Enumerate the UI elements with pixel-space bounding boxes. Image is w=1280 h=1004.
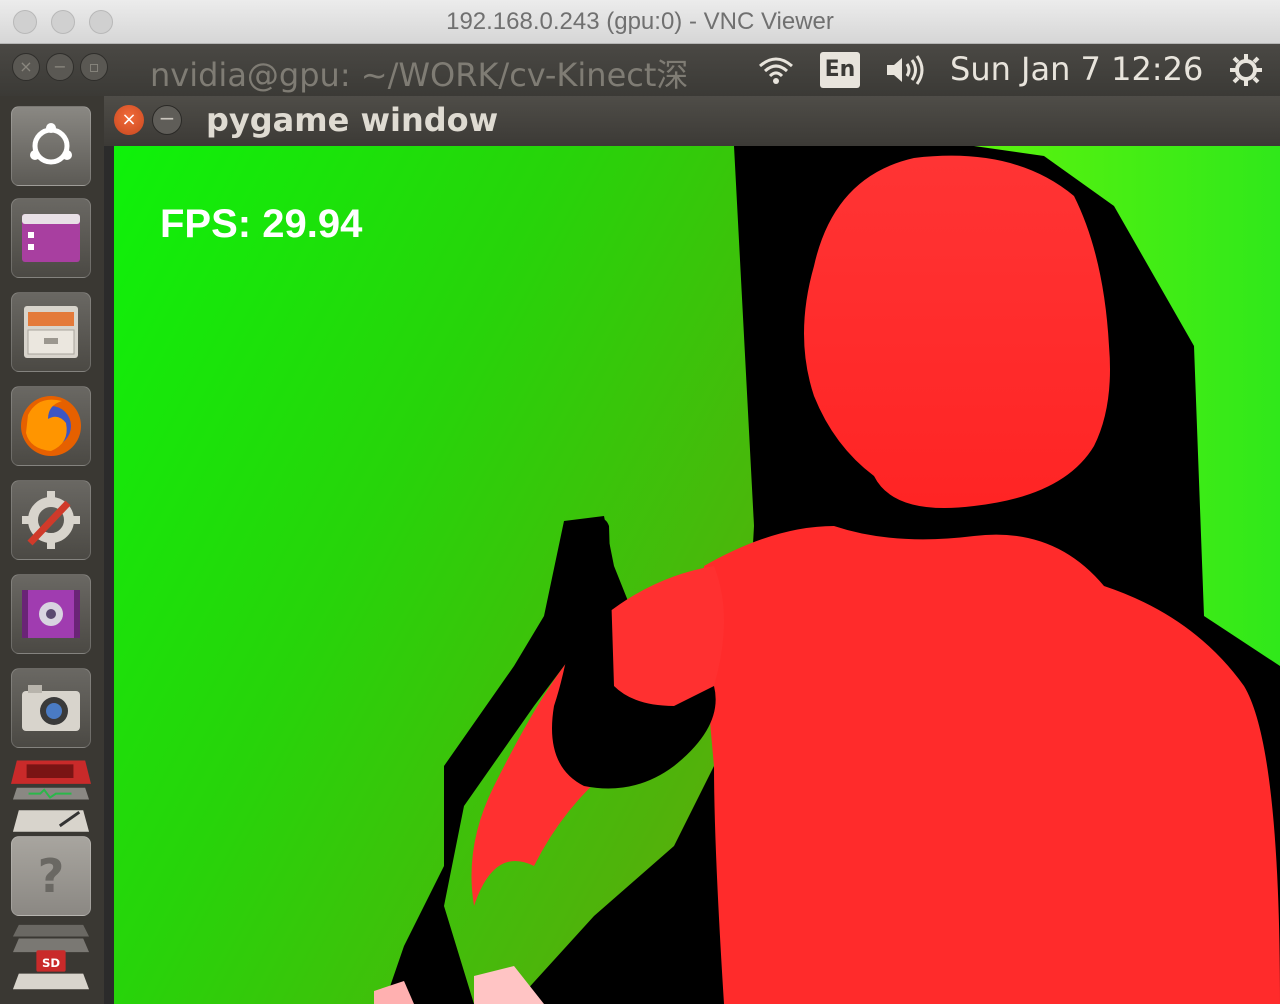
panel-close-button[interactable]: × xyxy=(12,53,40,81)
pygame-window-title: pygame window xyxy=(206,101,499,139)
text-editor-stack-icon[interactable] xyxy=(11,806,91,836)
pygame-minimize-button[interactable]: − xyxy=(152,105,182,135)
question-mark-icon: ? xyxy=(37,849,65,903)
firefox-icon[interactable] xyxy=(11,386,91,466)
ubuntu-dash-icon[interactable] xyxy=(11,106,91,186)
panel-clock[interactable]: Sun Jan 7 12:26 xyxy=(950,50,1203,88)
svg-text:SD: SD xyxy=(42,956,60,970)
panel-maximize-button[interactable]: ▫ xyxy=(80,53,108,81)
keyboard-layout-indicator[interactable]: En xyxy=(820,52,860,88)
depth-map-image xyxy=(374,146,1280,1004)
depth-camera-view: FPS: 29.94 xyxy=(114,146,1280,1004)
software-center-icon[interactable] xyxy=(11,198,91,278)
video-player-icon[interactable] xyxy=(11,574,91,654)
system-gear-icon[interactable] xyxy=(1228,52,1264,88)
system-settings-icon[interactable] xyxy=(11,480,91,560)
sd-card-stack-icon[interactable]: SD xyxy=(11,922,91,994)
system-monitor-stack-icon[interactable] xyxy=(11,754,91,804)
active-app-title: nvidia@gpu: ~/WORK/cv-Kinect深 xyxy=(150,56,689,94)
pygame-close-button[interactable]: × xyxy=(114,105,144,135)
volume-icon[interactable] xyxy=(884,52,928,88)
panel-window-buttons: × − ▫ xyxy=(12,53,108,81)
vnc-titlebar: 192.168.0.243 (gpu:0) - VNC Viewer xyxy=(0,0,1280,44)
unknown-app-icon[interactable]: ? xyxy=(11,836,91,916)
camera-icon[interactable] xyxy=(11,668,91,748)
unity-launcher: ? SD xyxy=(0,96,104,1004)
fps-counter: FPS: 29.94 xyxy=(160,202,363,246)
wifi-icon[interactable] xyxy=(756,52,796,88)
pygame-titlebar: × − pygame window xyxy=(104,96,1280,146)
panel-minimize-button[interactable]: − xyxy=(46,53,74,81)
ubuntu-top-panel: × − ▫ nvidia@gpu: ~/WORK/cv-Kinect深 En S… xyxy=(0,44,1280,96)
vnc-window-title: 192.168.0.243 (gpu:0) - VNC Viewer xyxy=(446,8,834,35)
file-manager-icon[interactable] xyxy=(11,292,91,372)
